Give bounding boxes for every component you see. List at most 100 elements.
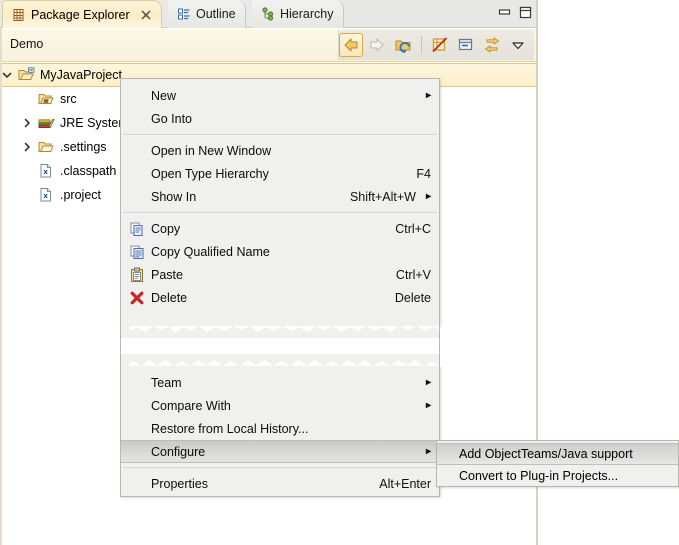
menu-item-label: Add ObjectTeams/Java support — [459, 447, 670, 461]
menu-separator — [123, 134, 437, 135]
delete-icon — [129, 290, 145, 306]
view-window-buttons — [498, 6, 532, 19]
svg-text:x: x — [43, 168, 48, 176]
menu-item-open-type-hierarchy[interactable]: Open Type Hierarchy F4 — [121, 162, 439, 185]
menu-item-add-objectteams-java-support[interactable]: Add ObjectTeams/Java support — [437, 443, 678, 465]
tab-label: Package Explorer — [31, 8, 130, 22]
jre-library-icon — [38, 115, 56, 131]
xml-file-icon: x — [38, 187, 56, 203]
go-up-button[interactable] — [391, 33, 415, 57]
tab-outline[interactable]: Outline — [168, 0, 246, 28]
menu-item-open-in-new-window[interactable]: Open in New Window — [121, 139, 439, 162]
menu-item-go-into[interactable]: Go Into — [121, 107, 439, 130]
menu-item-accelerator: Alt+Enter — [379, 477, 431, 491]
link-selection-button[interactable] — [480, 33, 504, 57]
menu-item-accelerator: Ctrl+V — [396, 268, 431, 282]
menu-item-copy[interactable]: Copy Ctrl+C — [121, 217, 439, 240]
tree-item-label: src — [59, 92, 77, 106]
submenu-arrow-icon: ▸ — [426, 446, 431, 457]
menu-item-new[interactable]: New ▸ — [121, 84, 439, 107]
menu-separator — [123, 212, 437, 213]
context-menu-top: New ▸ Go Into Open in New Window Open Ty… — [120, 78, 440, 326]
breadcrumb: Demo — [10, 37, 43, 51]
copy-icon — [129, 221, 145, 237]
collapse-all-button[interactable] — [428, 33, 452, 57]
menu-separator — [123, 467, 437, 468]
menu-item-accelerator: F4 — [416, 167, 431, 181]
menu-item-label: Open in New Window — [151, 144, 431, 158]
tab-label: Outline — [196, 7, 236, 21]
menu-item-label: Go Into — [151, 112, 431, 126]
menu-item-compare-with[interactable]: Compare With ▸ — [121, 394, 439, 417]
menu-item-copy-qualified-name[interactable]: Copy Qualified Name — [121, 240, 439, 263]
window-pane-icon — [457, 36, 475, 54]
toolbar-separator — [421, 36, 422, 54]
twisty-collapsed-icon[interactable] — [22, 118, 38, 128]
tab-label: Hierarchy — [280, 7, 334, 21]
tree-item-label: .classpath — [59, 164, 116, 178]
xml-file-icon: x — [38, 163, 56, 179]
collapse-all-crossed-icon — [431, 36, 449, 54]
view-toolbar-row: Demo — [2, 29, 536, 62]
menu-item-team[interactable]: Team ▸ — [121, 371, 439, 394]
twisty-expanded-icon[interactable] — [2, 70, 18, 80]
menu-item-label: Copy Qualified Name — [151, 245, 431, 259]
menu-item-properties[interactable]: Properties Alt+Enter — [121, 472, 439, 495]
menu-item-label: Team — [151, 376, 416, 390]
view-toolbar — [338, 30, 534, 60]
back-button[interactable] — [339, 33, 363, 57]
maximize-icon[interactable] — [519, 6, 532, 19]
forward-arrow-icon — [368, 36, 386, 54]
menu-item-delete[interactable]: Delete Delete — [121, 286, 439, 309]
menu-item-restore-from-local-history[interactable]: Restore from Local History... — [121, 417, 439, 440]
menu-item-label: Configure — [151, 445, 416, 459]
menu-item-label: Show In — [151, 190, 336, 204]
panel-left-border — [0, 28, 2, 545]
menu-item-label: New — [151, 89, 416, 103]
submenu-arrow-icon: ▸ — [426, 191, 431, 202]
close-icon[interactable] — [140, 9, 152, 21]
submenu-arrow-icon: ▸ — [426, 90, 431, 101]
svg-text:x: x — [43, 192, 48, 200]
menu-item-label: Copy — [151, 222, 381, 236]
minimize-icon[interactable] — [498, 6, 511, 19]
java-project-icon — [18, 67, 36, 83]
folder-icon — [38, 139, 56, 155]
outline-icon — [177, 7, 191, 21]
twisty-collapsed-icon[interactable] — [22, 142, 38, 152]
menu-item-label: Convert to Plug-in Projects... — [459, 469, 670, 483]
menu-item-accelerator: Shift+Alt+W — [350, 190, 416, 204]
menu-item-show-in[interactable]: Show In Shift+Alt+W ▸ — [121, 185, 439, 208]
forward-button — [365, 33, 389, 57]
source-folder-icon — [38, 91, 56, 107]
menu-item-accelerator: Delete — [395, 291, 431, 305]
tree-item-label: .settings — [59, 140, 107, 154]
package-explorer-icon — [12, 8, 26, 22]
menu-item-configure[interactable]: Configure ▸ — [121, 440, 439, 463]
tab-hierarchy[interactable]: Hierarchy — [252, 0, 344, 28]
view-menu-button[interactable] — [506, 33, 530, 57]
menu-item-paste[interactable]: Paste Ctrl+V — [121, 263, 439, 286]
folder-up-icon — [394, 36, 412, 54]
eclipse-window: Package Explorer — [0, 0, 679, 545]
link-arrows-icon — [483, 36, 501, 54]
menu-item-label: Paste — [151, 268, 382, 282]
link-with-editor-button[interactable] — [454, 33, 478, 57]
tree-item-label: MyJavaProject — [39, 68, 122, 82]
menu-item-label: Open Type Hierarchy — [151, 167, 402, 181]
menu-item-accelerator: Ctrl+C — [395, 222, 431, 236]
hierarchy-icon — [261, 7, 275, 21]
paste-icon — [129, 267, 145, 283]
back-arrow-icon — [342, 36, 360, 54]
menu-item-convert-to-plugin-projects[interactable]: Convert to Plug-in Projects... — [437, 465, 678, 487]
tab-package-explorer[interactable]: Package Explorer — [2, 0, 162, 28]
menu-item-label: Properties — [151, 477, 365, 491]
tree-item-label: .project — [59, 188, 101, 202]
torn-edge-top — [121, 326, 439, 338]
menu-elided-gap — [120, 326, 440, 366]
configure-submenu: Add ObjectTeams/Java support Convert to … — [436, 440, 679, 487]
submenu-arrow-icon: ▸ — [426, 400, 431, 411]
menu-item-label: Delete — [151, 291, 381, 305]
copy-qualified-icon — [129, 244, 145, 260]
submenu-arrow-icon: ▸ — [426, 377, 431, 388]
